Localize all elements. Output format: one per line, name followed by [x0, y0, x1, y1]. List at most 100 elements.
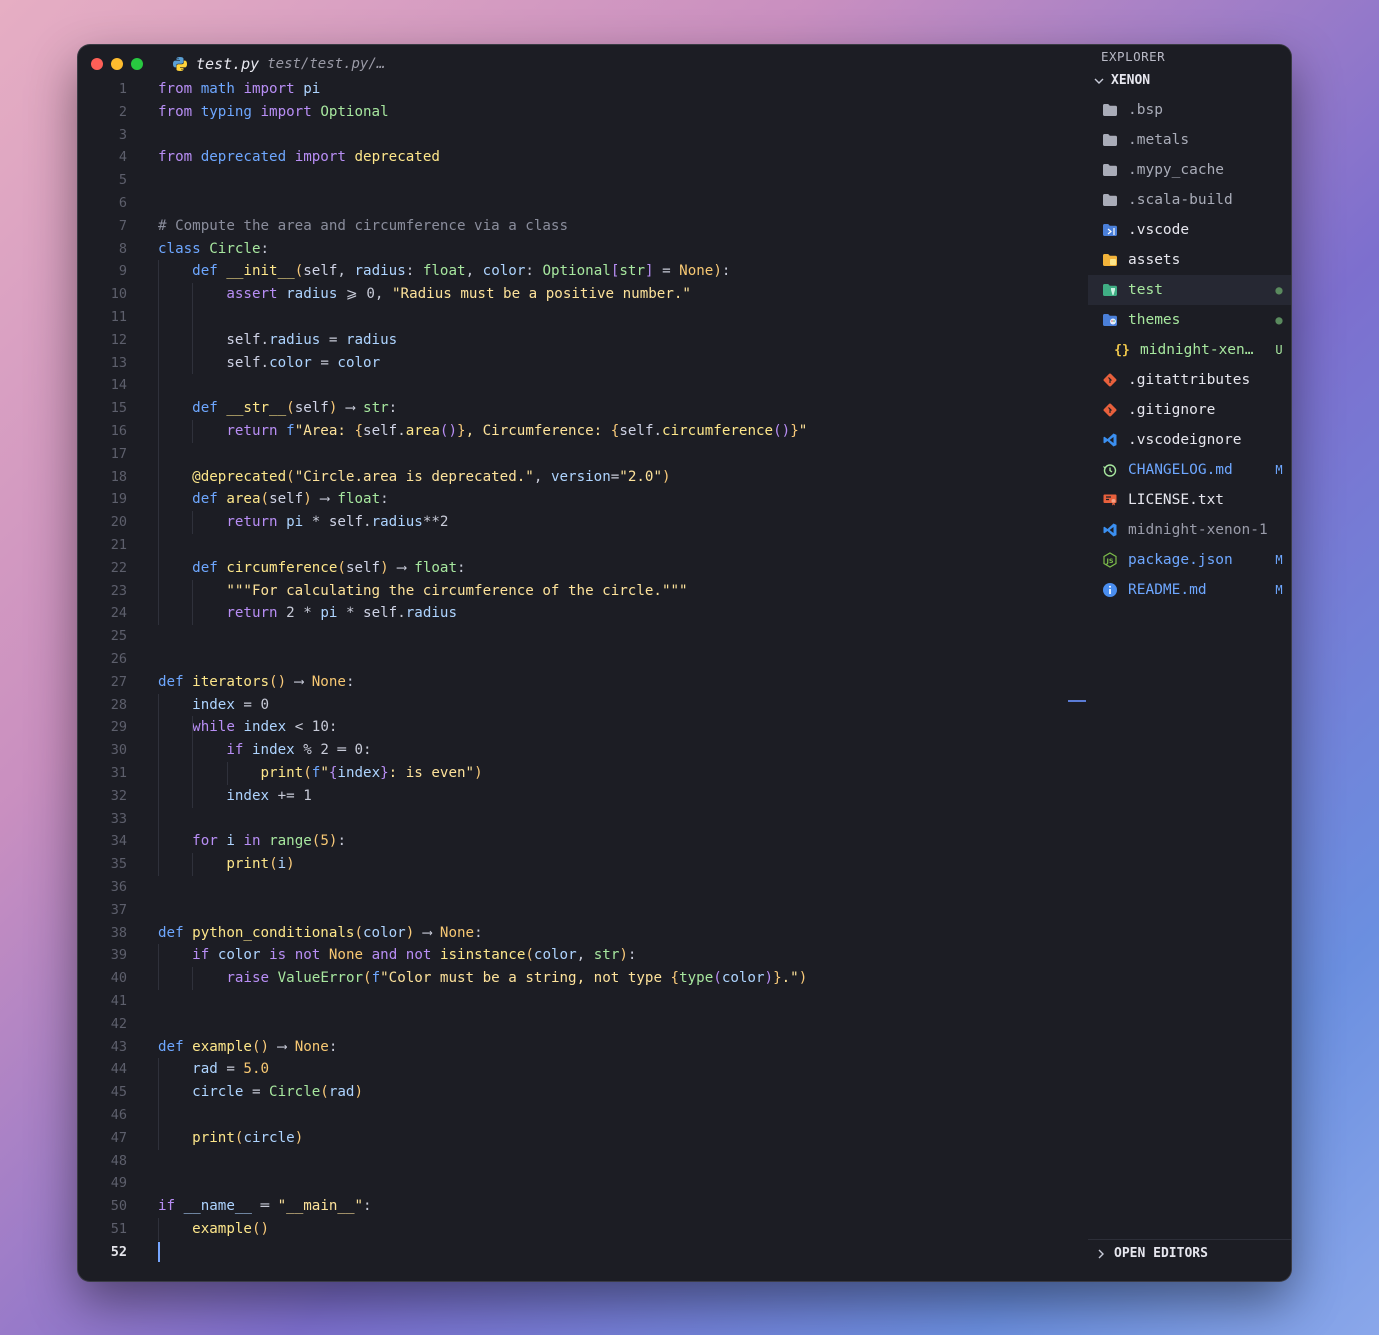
code-line[interactable]: 21 — [78, 534, 1088, 557]
code-line[interactable]: 11 — [78, 306, 1088, 329]
code-token: rad — [328, 1084, 355, 1101]
code-line[interactable]: 38 def python_conditionals(color) ⟶ None: — [78, 922, 1088, 945]
code-line[interactable]: 40 raise ValueError(f"Color must be a st… — [78, 967, 1088, 990]
tree-item[interactable]: test ● — [1088, 275, 1291, 305]
tree-item[interactable]: .bsp — [1088, 95, 1291, 125]
minimize-window-button[interactable] — [111, 58, 123, 70]
code-line[interactable]: 17 — [78, 443, 1088, 466]
code-line[interactable]: 46 — [78, 1104, 1088, 1127]
tree-item[interactable]: LICENSE.txt — [1088, 485, 1291, 515]
code-line[interactable]: 30 if index % 2 ═ 0: — [78, 739, 1088, 762]
scrollbar-marker[interactable] — [1068, 700, 1086, 702]
code-line[interactable]: 4 from deprecated import deprecated — [78, 146, 1088, 169]
code-line[interactable]: 34 for i in range(5): — [78, 830, 1088, 853]
editor-tab[interactable]: test.py test/test.py/… — [172, 52, 385, 76]
tree-item[interactable]: assets — [1088, 245, 1291, 275]
code-line[interactable]: 13 self.color = color — [78, 352, 1088, 375]
code-text: from math import pi — [158, 78, 320, 101]
code-line[interactable]: 15 def __str__(self) ⟶ str: — [78, 397, 1088, 420]
code-line[interactable]: 41 — [78, 990, 1088, 1013]
git-status-badge: M — [1275, 583, 1283, 597]
code-editor[interactable]: 1 from math import pi 2 from typing import … — [78, 78, 1088, 1281]
tree-item[interactable]: .metals — [1088, 125, 1291, 155]
line-number: 23 — [110, 582, 127, 599]
code-line[interactable]: 16 return f"Area: {self.area()}, Circumf… — [78, 420, 1088, 443]
code-token: if — [226, 742, 244, 759]
code-line[interactable]: 5 — [78, 169, 1088, 192]
code-line[interactable]: 6 — [78, 192, 1088, 215]
code-line[interactable]: 25 — [78, 625, 1088, 648]
tree-item[interactable]: JS package.json M — [1088, 545, 1291, 575]
code-token: circumference — [226, 559, 338, 576]
code-line[interactable]: 22 def circumference(self) ⟶ float: — [78, 557, 1088, 580]
explorer-root-folder[interactable]: XENON — [1093, 73, 1150, 88]
code-line[interactable]: 18 @deprecated("Circle.area is deprecate… — [78, 466, 1088, 489]
tree-item[interactable]: .gitattributes — [1088, 365, 1291, 395]
tree-item[interactable]: .vscode — [1088, 215, 1291, 245]
code-token: ⟶ — [388, 559, 415, 576]
code-line[interactable]: 19 def area(self) ⟶ float: — [78, 488, 1088, 511]
code-line[interactable]: 27 def iterators() ⟶ None: — [78, 671, 1088, 694]
tree-item[interactable]: CHANGELOG.md M — [1088, 455, 1291, 485]
code-token: from — [158, 81, 193, 97]
code-line[interactable]: 28 index = 0 — [78, 694, 1088, 717]
test-folder-icon — [1101, 281, 1119, 299]
tree-item[interactable]: midnight-xenon-1.… — [1088, 515, 1291, 545]
code-line[interactable]: 23 """For calculating the circumference … — [78, 580, 1088, 603]
tree-item[interactable]: README.md M — [1088, 575, 1291, 605]
code-line[interactable]: 3 — [78, 124, 1088, 147]
tree-item[interactable]: .vscodeignore — [1088, 425, 1291, 455]
line-number: 3 — [118, 126, 127, 143]
code-line[interactable]: 10 assert radius ⩾ 0, "Radius must be a … — [78, 283, 1088, 306]
tree-item[interactable]: themes ● — [1088, 305, 1291, 335]
code-line[interactable]: 12 self.radius = radius — [78, 329, 1088, 352]
code-line[interactable]: 47 print(circle) — [78, 1127, 1088, 1150]
code-line[interactable]: 2 from typing import Optional — [78, 101, 1088, 124]
maximize-window-button[interactable] — [131, 58, 143, 70]
code-line[interactable]: 50 if __name__ ═ "__main__": — [78, 1195, 1088, 1218]
code-line[interactable]: 26 — [78, 648, 1088, 671]
code-line[interactable]: 33 — [78, 808, 1088, 831]
tree-item-label: .metals — [1128, 132, 1190, 148]
code-line[interactable]: 51 example() — [78, 1218, 1088, 1241]
code-line[interactable]: 32 index += 1 — [78, 785, 1088, 808]
code-line[interactable]: 35 print(i) — [78, 853, 1088, 876]
code-line[interactable]: 48 — [78, 1150, 1088, 1173]
code-line[interactable]: 8 class Circle: — [78, 238, 1088, 261]
code-line[interactable]: 52 — [78, 1241, 1088, 1264]
line-number: 47 — [110, 1129, 127, 1146]
code-line[interactable]: 45 circle = Circle(rad) — [78, 1081, 1088, 1104]
code-line[interactable]: 24 return 2 * pi * self.radius — [78, 602, 1088, 625]
code-line[interactable]: 49 — [78, 1172, 1088, 1195]
code-line[interactable]: 31 print(f"{index}: is even") — [78, 762, 1088, 785]
code-line[interactable]: 39 if color is not None and not isinstan… — [78, 944, 1088, 967]
code-line[interactable]: 37 — [78, 899, 1088, 922]
code-token: print — [226, 856, 270, 873]
code-text: if color is not None and not isinstance(… — [158, 944, 636, 967]
code-line[interactable]: 9 def __init__(self, radius: float, colo… — [78, 260, 1088, 283]
code-text: def circumference(self) ⟶ float: — [158, 557, 465, 580]
code-token: version — [550, 468, 611, 485]
code-line[interactable]: 42 — [78, 1013, 1088, 1036]
code-line[interactable]: 1 from math import pi — [78, 78, 1088, 101]
close-window-button[interactable] — [91, 58, 103, 70]
code-line[interactable]: 36 — [78, 876, 1088, 899]
code-text: def area(self) ⟶ float: — [158, 488, 389, 511]
tab-filename: test.py — [196, 55, 260, 73]
tree-item[interactable]: .gitignore — [1088, 395, 1291, 425]
code-line[interactable]: 7 # Compute the area and circumference vi… — [78, 215, 1088, 238]
tree-item[interactable]: .scala-build — [1088, 185, 1291, 215]
code-line[interactable]: 44 rad = 5.0 — [78, 1058, 1088, 1081]
code-line[interactable]: 43 def example() ⟶ None: — [78, 1036, 1088, 1059]
code-line[interactable]: 29 while index < 10: — [78, 716, 1088, 739]
open-editors-section[interactable]: OPEN EDITORS — [1088, 1239, 1291, 1261]
code-line[interactable]: 20 return pi * self.radius**2 — [78, 511, 1088, 534]
code-token: { — [670, 970, 680, 987]
tree-item[interactable]: {} midnight-xen… U — [1088, 335, 1291, 365]
tree-item[interactable]: .mypy_cache — [1088, 155, 1291, 185]
code-line[interactable]: 14 — [78, 374, 1088, 397]
vscode-icon — [1101, 431, 1119, 449]
